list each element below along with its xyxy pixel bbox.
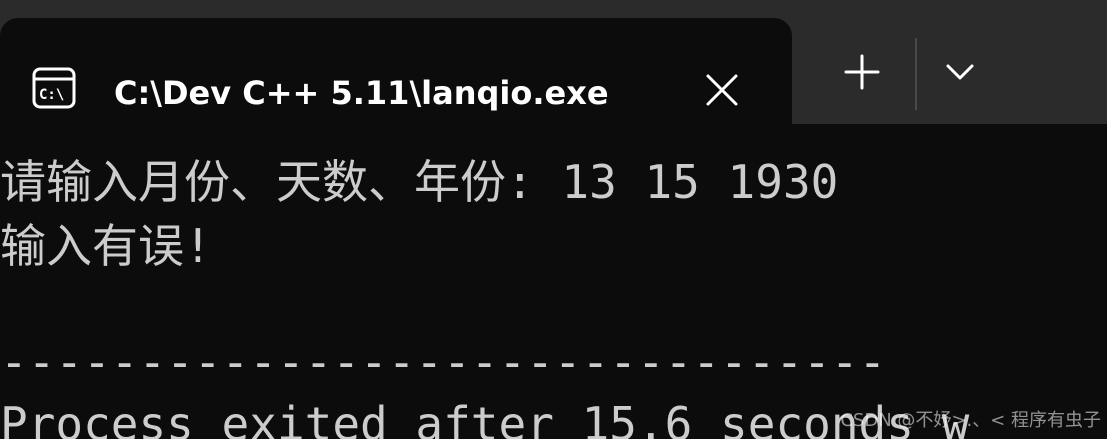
svg-text:C:\: C:\ [39,87,64,103]
terminal-window: C:\ C:\Dev C++ 5.11\lanqio.exe 请输入月份、天数、… [0,0,1107,439]
output-line-process-exited: Process exited after 15.6 seconds w [0,397,970,439]
active-tab[interactable]: C:\ C:\Dev C++ 5.11\lanqio.exe [0,18,792,130]
tab-divider [915,38,917,110]
output-line-separator: -------------------------------- [0,335,887,389]
terminal-output[interactable]: 请输入月份、天数、年份: 13 15 1930 输入有误! ----------… [0,130,1107,439]
output-line-prompt: 请输入月份、天数、年份: 13 15 1930 [0,155,839,209]
console-icon: C:\ [32,67,76,109]
watermark: CSDN @不妤>.、< 程序有虫子 [840,410,1101,431]
close-icon[interactable] [700,68,744,112]
plus-icon[interactable] [838,48,886,96]
tab-title: C:\Dev C++ 5.11\lanqio.exe [114,74,609,112]
chevron-down-icon[interactable] [938,50,982,94]
output-line-error: 输入有误! [0,219,212,273]
